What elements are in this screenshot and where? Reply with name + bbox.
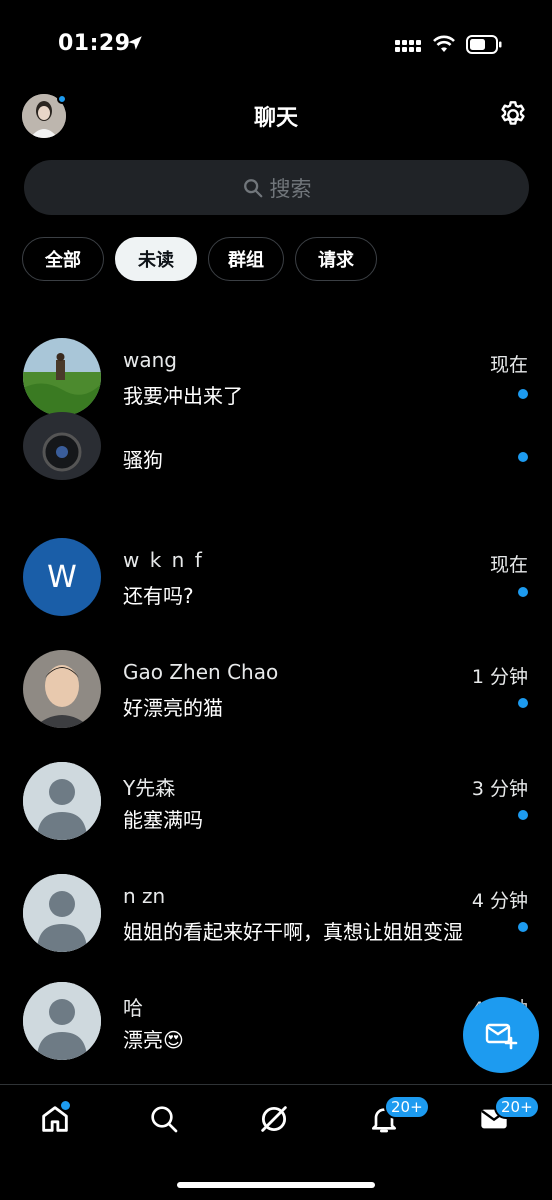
chat-time: 现在 (489, 354, 528, 376)
home-indicator (177, 1182, 375, 1188)
filter-chip-unread[interactable]: 未读 (115, 237, 197, 281)
chat-row[interactable]: n zn 姐姐的看起来好干啊，真想让姐姐变湿 4 分钟 (0, 856, 552, 968)
cellular-signal-icon (395, 40, 421, 52)
chat-preview: 我要冲出来了 (123, 384, 243, 408)
filter-chip-all[interactable]: 全部 (22, 237, 104, 281)
nav-messages[interactable]: 20+ (474, 1095, 540, 1139)
chat-preview: 还有吗? (123, 584, 194, 608)
avatar (23, 982, 101, 1060)
filter-chip-groups[interactable]: 群组 (208, 237, 284, 281)
chat-name: w k n f (123, 548, 204, 572)
nav-search[interactable] (144, 1099, 184, 1139)
chat-row[interactable]: 骚狗 (0, 412, 552, 502)
grok-icon (261, 1106, 287, 1132)
chat-time: 1 分钟 (471, 666, 528, 688)
search-icon (243, 178, 262, 197)
status-time: 01:29 (58, 31, 131, 56)
nav-grok[interactable] (254, 1099, 294, 1139)
default-avatar-icon (23, 762, 101, 840)
chat-list: wang 我要冲出来了 现在 骚狗 W w k n f 还有吗? 现在 Gao … (0, 320, 552, 1080)
avatar (23, 762, 101, 840)
status-bar: 01:29 (0, 0, 552, 90)
battery-icon (466, 35, 502, 54)
unread-dot (518, 452, 528, 462)
chat-row[interactable]: Gao Zhen Chao 好漂亮的猫 1 分钟 (0, 632, 552, 744)
chat-row[interactable]: wang 我要冲出来了 现在 (0, 320, 552, 432)
wifi-icon (433, 35, 455, 52)
chat-name: 哈 (123, 996, 143, 1020)
chat-time: 3 分钟 (471, 778, 528, 800)
chat-name: Gao Zhen Chao (123, 660, 279, 684)
search-input[interactable]: 搜索 (24, 160, 529, 215)
filter-chips: 全部 未读 群组 请求 (22, 237, 388, 281)
messages-badge: 20+ (494, 1095, 540, 1119)
chat-row[interactable]: W w k n f 还有吗? 现在 (0, 520, 552, 632)
chat-preview: 能塞满吗 (123, 808, 203, 832)
avatar (23, 338, 101, 416)
chat-name: wang (123, 348, 177, 372)
chat-time: 现在 (489, 554, 528, 576)
chat-preview: 姐姐的看起来好干啊，真想让姐姐变湿 (123, 920, 463, 944)
unread-dot (518, 810, 528, 820)
chat-time: 4 分钟 (471, 890, 528, 912)
nav-home[interactable] (35, 1099, 75, 1139)
unread-dot (518, 698, 528, 708)
chat-name: n zn (123, 884, 166, 908)
avatar (23, 874, 101, 952)
chat-preview: 漂亮😍 (123, 1028, 184, 1052)
default-avatar-icon (23, 982, 101, 1060)
notifications-badge: 20+ (384, 1095, 430, 1119)
chat-row[interactable]: Y先森 能塞满吗 3 分钟 (0, 744, 552, 856)
unread-dot (518, 587, 528, 597)
location-arrow-icon (128, 36, 142, 50)
avatar (23, 412, 101, 480)
avatar (23, 650, 101, 728)
avatar: W (23, 538, 101, 616)
chat-preview: 骚狗 (123, 448, 163, 472)
avatar-initial: W (47, 559, 77, 595)
page-title: 聊天 (253, 106, 298, 131)
nav-notifications[interactable]: 20+ (364, 1095, 430, 1139)
search-placeholder: 搜索 (269, 176, 312, 201)
home-notification-dot (61, 1101, 70, 1110)
search-icon (151, 1106, 178, 1133)
compose-message-icon (485, 1023, 518, 1050)
chat-name: Y先森 (123, 776, 176, 800)
unread-dot (518, 922, 528, 932)
gear-icon[interactable] (497, 99, 529, 131)
default-avatar-icon (23, 874, 101, 952)
unread-dot (518, 389, 528, 399)
chat-preview: 好漂亮的猫 (123, 696, 223, 720)
new-message-button[interactable] (463, 997, 539, 1073)
filter-chip-requests[interactable]: 请求 (295, 237, 377, 281)
